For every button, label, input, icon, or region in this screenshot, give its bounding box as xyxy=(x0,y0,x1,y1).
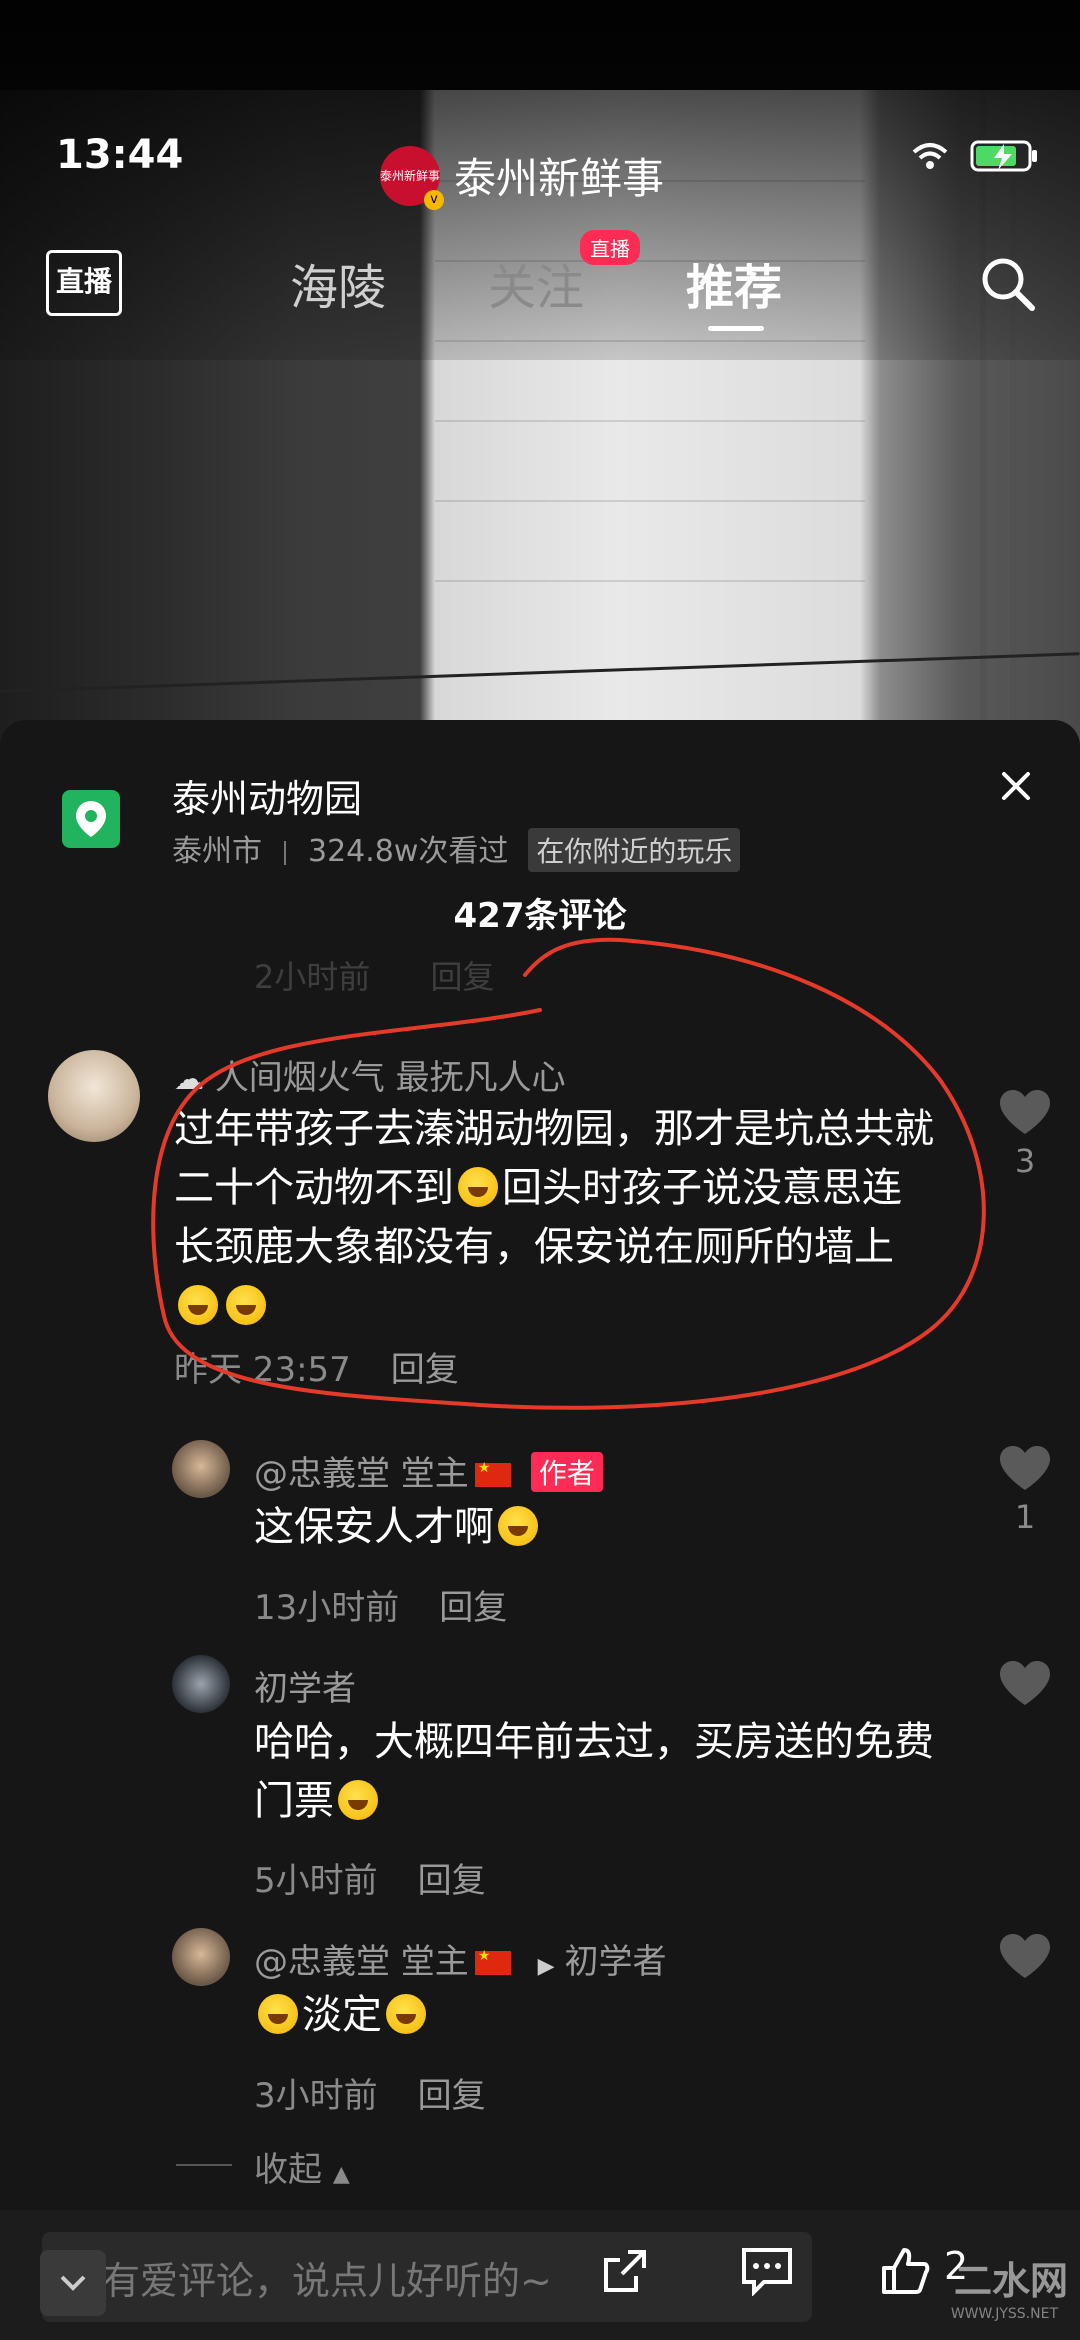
close-icon[interactable] xyxy=(996,766,1036,806)
wall-line xyxy=(435,500,865,502)
like-count: 3 xyxy=(1014,1142,1036,1180)
reply-arrow-icon: ▶ xyxy=(537,1954,555,1979)
laugh-cry-emoji-icon xyxy=(386,1994,426,2034)
username-text: 人间烟火气 最抚凡人心 xyxy=(214,1058,566,1098)
active-tab-indicator xyxy=(708,326,764,331)
reply-button[interactable]: 回复 xyxy=(439,1588,507,1628)
poi-title[interactable]: 泰州动物园 xyxy=(172,768,362,823)
wall-line xyxy=(435,580,865,582)
faded-comment-meta: 2小时前 回复 xyxy=(254,952,495,998)
laugh-cry-emoji-icon xyxy=(226,1285,266,1325)
watermark-url: WWW.JYSS.NET xyxy=(950,2306,1058,2322)
divider xyxy=(176,2164,232,2166)
live-badge: 直播 xyxy=(580,230,640,265)
chevron-down-icon[interactable] xyxy=(40,2250,106,2316)
comment-count: 427条评论 xyxy=(453,896,627,936)
tab-hailing[interactable]: 海陵 xyxy=(290,248,386,318)
tab-follow[interactable]: 关注 xyxy=(488,248,584,318)
avatar-text: 泰州新鲜事 xyxy=(380,169,441,183)
comment-time: 5小时前 xyxy=(254,1861,378,1901)
comment-time: 昨天 23:57 xyxy=(174,1350,351,1390)
comment-username[interactable]: 初学者 xyxy=(254,1661,356,1710)
faded-time: 2小时前 xyxy=(254,958,371,996)
collapse-button[interactable]: 收起 ▲ xyxy=(254,2142,350,2191)
top-nav: 直播 海陵 关注 直播 推荐 xyxy=(0,230,1080,331)
cloud-icon: ☁ xyxy=(174,1062,204,1097)
comment-input[interactable]: 有爱评论，说点儿好听的~ xyxy=(42,2232,812,2322)
thumbs-up-icon[interactable] xyxy=(880,2246,930,2296)
comment-icon[interactable] xyxy=(740,2246,794,2296)
comment-text-part: 淡定 xyxy=(302,1992,382,2038)
poi-card[interactable]: 泰州动物园 泰州市 324.8w次看过 在你附近的玩乐 xyxy=(62,768,1022,872)
comment-time: 13小时前 xyxy=(254,1588,400,1628)
comment-meta: 13小时前 回复 xyxy=(254,1580,507,1629)
wall-line xyxy=(435,420,865,422)
share-icon[interactable] xyxy=(600,2246,650,2296)
verified-badge: v xyxy=(424,189,444,210)
status-time: 13:44 xyxy=(56,132,184,178)
china-flag-icon xyxy=(474,1460,511,1487)
comment-time: 3小时前 xyxy=(254,2076,378,2116)
live-button[interactable]: 直播 xyxy=(46,250,122,316)
reply-button[interactable]: 回复 xyxy=(418,1861,486,1901)
china-flag-icon xyxy=(474,1948,511,1975)
status-icons xyxy=(910,138,1040,174)
account-avatar[interactable]: 泰州新鲜事 v xyxy=(380,145,444,210)
divider xyxy=(284,840,286,865)
comment-text-part: 这保安人才啊 xyxy=(254,1504,494,1550)
laugh-cry-emoji-icon xyxy=(458,1167,498,1207)
avatar[interactable] xyxy=(172,1440,230,1498)
account-header[interactable]: 泰州新鲜事 v 泰州新鲜事 xyxy=(380,145,664,210)
laugh-cry-emoji-icon xyxy=(178,1285,218,1325)
caret-up-icon: ▲ xyxy=(332,2162,350,2187)
tab-recommend[interactable]: 推荐 xyxy=(686,248,782,318)
username-text: @忠義堂 堂主 xyxy=(254,1454,469,1494)
poi-meta: 泰州市 324.8w次看过 在你附近的玩乐 xyxy=(172,826,741,872)
location-pin-icon xyxy=(62,790,120,848)
comment-meta: 3小时前 回复 xyxy=(254,2068,486,2117)
comment-meta: 5小时前 回复 xyxy=(254,1853,486,1902)
laugh-cry-emoji-icon xyxy=(258,1994,298,2034)
comment-text[interactable]: 哈哈，大概四年前去过，买房送的免费门票 xyxy=(254,1713,934,1831)
reply-button[interactable]: 回复 xyxy=(418,2076,486,2116)
username-text: @忠義堂 堂主 xyxy=(254,1942,469,1982)
like-count: 1 xyxy=(1014,1498,1036,1536)
reply-to-user[interactable]: 初学者 xyxy=(565,1942,667,1982)
heart-icon[interactable] xyxy=(998,1444,1052,1492)
video-background[interactable] xyxy=(0,0,1080,760)
comment-panel: 泰州动物园 泰州市 324.8w次看过 在你附近的玩乐 427条评论 2小时前 回复… xyxy=(0,720,1080,2210)
poi-chip: 在你附近的玩乐 xyxy=(528,828,741,872)
wifi-icon xyxy=(912,143,948,169)
faded-reply[interactable]: 回复 xyxy=(431,958,495,996)
author-tag: 作者 xyxy=(530,1452,603,1492)
search-icon[interactable] xyxy=(976,252,1040,316)
collapse-label: 收起 xyxy=(254,2150,322,2190)
heart-icon[interactable] xyxy=(998,1932,1052,1980)
comment-username[interactable]: @忠義堂 堂主 ▶ 初学者 xyxy=(254,1934,667,1983)
avatar[interactable] xyxy=(172,1928,230,1986)
comment-meta: 昨天 23:57 回复 xyxy=(174,1342,459,1391)
heart-icon[interactable] xyxy=(998,1088,1052,1136)
watermark: 二水网 xyxy=(953,2259,1068,2303)
comment-text[interactable]: 这保安人才啊 xyxy=(254,1498,934,1557)
account-name[interactable]: 泰州新鲜事 xyxy=(454,145,664,206)
comment-input-bar: 有爱评论，说点儿好听的~ 2 二水网 WWW.JYSS.NET xyxy=(0,2210,1080,2340)
laugh-cry-emoji-icon xyxy=(498,1506,538,1546)
laugh-cry-emoji-icon xyxy=(338,1780,378,1820)
comment-text[interactable]: 淡定 xyxy=(254,1986,934,2045)
comment-username[interactable]: @忠義堂 堂主 作者 xyxy=(254,1446,603,1495)
reply-button[interactable]: 回复 xyxy=(391,1350,459,1390)
input-placeholder: 有爱评论，说点儿好听的~ xyxy=(102,2259,552,2303)
battery-icon xyxy=(970,140,1037,172)
comment-username[interactable]: ☁ 人间烟火气 最抚凡人心 xyxy=(174,1050,566,1099)
comment-text[interactable]: 过年带孩子去溱湖动物园，那才是坑总共就二十个动物不到 回头时孩子说没意思连长颈鹿大… xyxy=(174,1100,934,1336)
avatar[interactable] xyxy=(172,1655,230,1713)
poi-city: 泰州市 xyxy=(172,834,262,869)
heart-icon[interactable] xyxy=(998,1659,1052,1707)
poi-views: 324.8w次看过 xyxy=(308,834,509,869)
avatar[interactable] xyxy=(48,1050,140,1142)
